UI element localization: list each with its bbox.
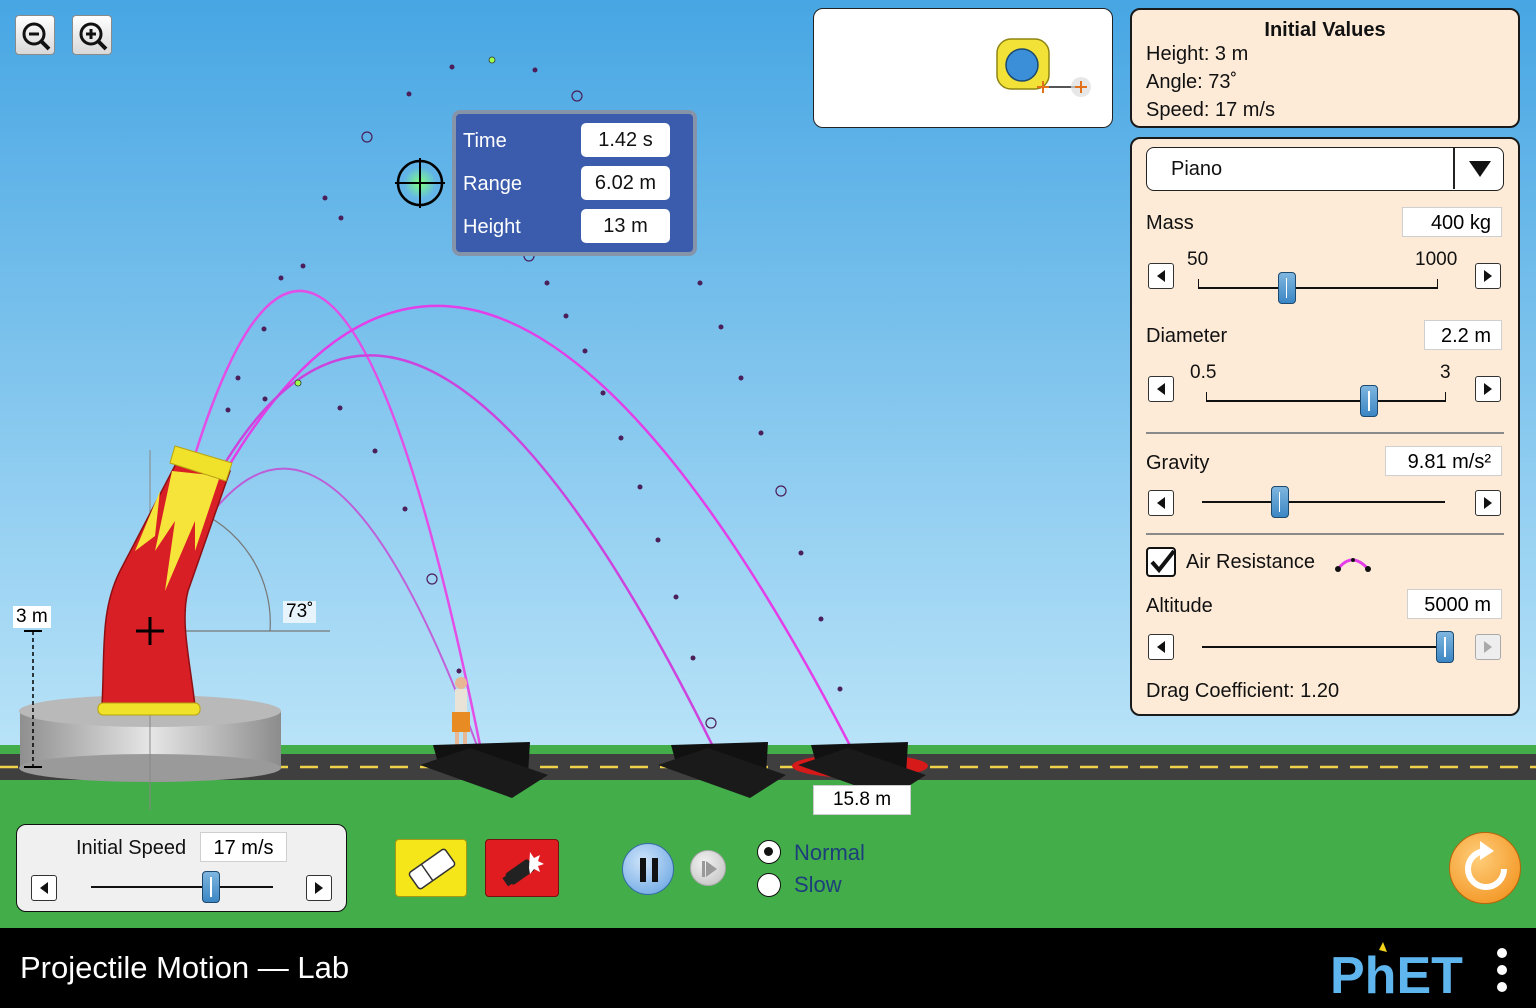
diameter-slider-track[interactable] xyxy=(1206,400,1446,402)
speed-increase-button[interactable] xyxy=(306,875,332,901)
gravity-label: Gravity xyxy=(1146,452,1210,474)
diameter-max: 3 xyxy=(1440,362,1451,383)
reset-all-button[interactable] xyxy=(1449,832,1521,904)
divider xyxy=(1146,533,1504,535)
altitude-decrease-button[interactable] xyxy=(1148,634,1174,660)
zoom-in-button[interactable] xyxy=(72,15,112,55)
tape-measure-icon[interactable] xyxy=(992,35,1102,105)
mass-slider-track[interactable] xyxy=(1198,287,1438,289)
mass-increase-button[interactable] xyxy=(1475,263,1501,289)
normal-radio[interactable] xyxy=(757,840,781,864)
divider xyxy=(1146,432,1504,434)
eraser-icon xyxy=(408,848,456,890)
sim-title: Projectile Motion — Lab xyxy=(20,950,350,985)
diameter-slider-thumb[interactable] xyxy=(1360,385,1379,417)
initial-height: Height: 3 m xyxy=(1146,43,1249,65)
slow-radio[interactable] xyxy=(757,873,781,897)
slow-radio-label[interactable]: Slow xyxy=(794,872,842,898)
speed-slider-track[interactable] xyxy=(91,886,273,888)
svg-text:PhET: PhET xyxy=(1330,947,1463,1005)
kebab-menu-icon xyxy=(1497,948,1507,992)
fire-button[interactable] xyxy=(485,839,559,897)
mass-decrease-button[interactable] xyxy=(1148,263,1174,289)
range-label: Range xyxy=(463,173,522,195)
diameter-value: 2.2 m xyxy=(1424,320,1502,350)
mass-slider-thumb[interactable] xyxy=(1277,272,1296,304)
gravity-increase-button[interactable] xyxy=(1475,490,1501,516)
target-distance[interactable]: 15.8 m xyxy=(813,785,911,815)
altitude-label: Altitude xyxy=(1146,595,1213,617)
diameter-decrease-button[interactable] xyxy=(1148,376,1174,402)
zoom-out-icon xyxy=(22,22,51,51)
initial-speed-panel: Initial Speed 17 m/s xyxy=(16,824,347,912)
time-label: Time xyxy=(463,130,507,152)
gravity-slider-thumb[interactable] xyxy=(1270,486,1289,518)
chevron-down-icon xyxy=(1469,161,1491,177)
initial-speed-label: Initial Speed xyxy=(76,837,187,859)
cannon-angle-label: 73˚ xyxy=(283,601,317,623)
gravity-decrease-button[interactable] xyxy=(1148,490,1174,516)
altitude-value: 5000 m xyxy=(1407,589,1502,619)
step-forward-button[interactable] xyxy=(690,850,726,886)
altitude-slider-thumb[interactable] xyxy=(1436,631,1454,663)
initial-values-title: Initial Values xyxy=(1264,19,1386,41)
height-label: Height xyxy=(463,216,521,238)
air-resistance-checkbox[interactable] xyxy=(1146,547,1176,577)
probe-readout[interactable]: Time 1.42 s Range 6.02 m Height 13 m xyxy=(452,110,697,256)
step-forward-icon xyxy=(702,861,717,877)
altitude-increase-button xyxy=(1475,634,1501,660)
toolbox xyxy=(813,8,1113,128)
projectile-dropdown-value: Piano xyxy=(1171,158,1223,180)
projectile-dropdown[interactable]: Piano xyxy=(1146,147,1504,191)
mass-max: 1000 xyxy=(1415,249,1458,270)
cannon-height-label[interactable]: 3 m xyxy=(13,606,51,628)
initial-speed: Speed: 17 m/s xyxy=(1146,99,1275,121)
diameter-label: Diameter xyxy=(1146,325,1228,347)
erase-button[interactable] xyxy=(395,839,467,897)
diameter-min: 0.5 xyxy=(1190,362,1217,383)
projectile-settings-panel: Piano Mass 400 kg 50 1000 Diameter 2.2 m… xyxy=(1130,137,1520,716)
speed-decrease-button[interactable] xyxy=(31,875,57,901)
air-resistance-trajectory-icon xyxy=(1335,558,1371,572)
checkmark-icon xyxy=(1150,549,1176,574)
mass-value: 400 kg xyxy=(1402,207,1502,237)
pause-button[interactable] xyxy=(622,843,674,895)
air-resistance-label: Air Resistance xyxy=(1186,551,1315,573)
initial-values-panel: Initial Values Height: 3 m Angle: 73˚ Sp… xyxy=(1130,8,1520,128)
speed-slider-thumb[interactable] xyxy=(202,871,221,903)
gravity-value: 9.81 m/s² xyxy=(1385,446,1502,476)
diameter-increase-button[interactable] xyxy=(1475,376,1501,402)
kebab-menu-button[interactable] xyxy=(1490,944,1514,996)
initial-speed-value: 17 m/s xyxy=(200,832,287,862)
navigation-bar: Projectile Motion — Lab PhET xyxy=(0,928,1536,1008)
initial-angle: Angle: 73˚ xyxy=(1146,71,1238,93)
normal-radio-label[interactable]: Normal xyxy=(794,840,865,866)
time-value: 1.42 s xyxy=(581,123,670,157)
reset-icon xyxy=(1465,841,1507,890)
zoom-out-button[interactable] xyxy=(15,15,55,55)
zoom-in-icon xyxy=(79,22,108,51)
range-value: 6.02 m xyxy=(581,166,670,200)
mass-label: Mass xyxy=(1146,212,1194,234)
mass-min: 50 xyxy=(1187,249,1209,270)
pause-icon xyxy=(640,858,658,882)
height-value: 13 m xyxy=(581,209,670,243)
fire-cannon-icon xyxy=(502,852,544,887)
altitude-slider-track[interactable] xyxy=(1202,646,1445,648)
drag-coefficient: Drag Coefficient: 1.20 xyxy=(1146,680,1340,702)
phet-logo[interactable]: PhET xyxy=(1325,928,1485,1008)
gravity-slider-track[interactable] xyxy=(1202,501,1445,503)
